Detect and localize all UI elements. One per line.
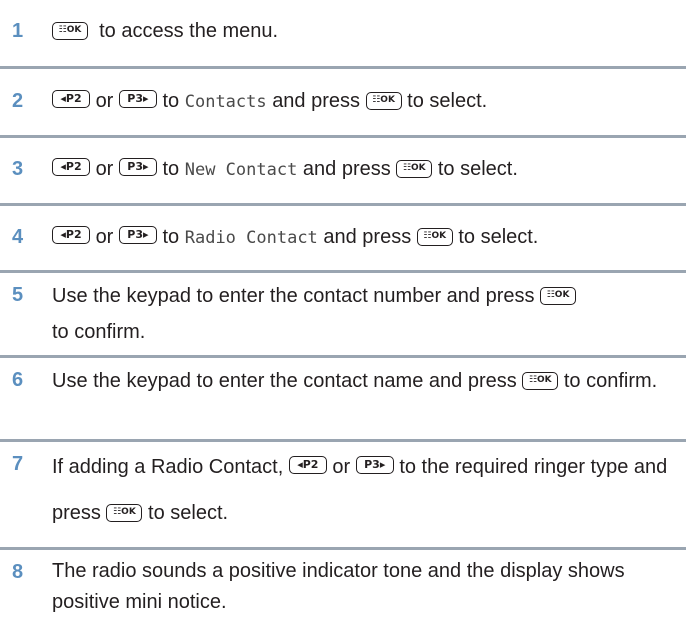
step-text-part: to select.: [437, 158, 518, 180]
step-text-part: to: [162, 90, 180, 112]
procedure-steps: 1 ☷OK to access the menu. 2 ◂P2 or P3▸ t…: [0, 0, 686, 635]
menu-item-name: Contacts: [184, 92, 267, 112]
step-text-part: Use the keypad to enter the contact name…: [52, 370, 517, 392]
step-text-part: to confirm.: [52, 321, 146, 343]
ok-menu-key-icon: ☷OK: [52, 22, 88, 40]
step-text: ◂P2 or P3▸ to Contacts and press ☷OK to …: [52, 86, 676, 117]
ok-menu-key-icon: ☷OK: [396, 160, 433, 178]
step-text-part: to: [162, 226, 180, 248]
step-divider: [0, 66, 686, 69]
step-text-part: to confirm.: [563, 370, 658, 392]
step-text-part: The radio sounds a positive indicator to…: [52, 560, 625, 613]
step-text-part: or: [95, 226, 114, 248]
step-text-part: to access the menu.: [99, 20, 279, 42]
step-number: 3: [12, 158, 24, 180]
step-text-part: Use the keypad to enter the contact numb…: [52, 285, 535, 307]
step-text-part: to select.: [148, 502, 229, 524]
step-text-part: and press: [323, 226, 412, 248]
ok-menu-key-icon: ☷OK: [365, 92, 402, 110]
step-text-part: or: [332, 456, 351, 478]
p3-right-key-icon: P3▸: [118, 226, 157, 244]
step-text-part: and press: [302, 158, 391, 180]
p3-right-key-icon: P3▸: [118, 158, 157, 176]
step-number: 5: [12, 284, 24, 306]
step-text: ☷OK to access the menu.: [52, 16, 676, 46]
p3-right-key-icon: P3▸: [118, 90, 157, 108]
step-number: 2: [12, 90, 24, 112]
step-divider: [0, 355, 686, 358]
step-text-part: to select.: [407, 90, 488, 112]
step-number: 7: [12, 453, 24, 475]
step-divider: [0, 439, 686, 442]
step-divider: [0, 203, 686, 206]
ok-menu-key-icon: ☷OK: [416, 228, 453, 246]
step-text-part: If adding a Radio Contact,: [52, 456, 284, 478]
ok-menu-key-icon: ☷OK: [106, 504, 143, 522]
step-number: 8: [12, 561, 24, 583]
p3-right-key-icon: P3▸: [355, 456, 394, 474]
step-divider: [0, 270, 686, 273]
step-text: Use the keypad to enter the contact numb…: [52, 278, 676, 350]
step-text-part: to: [162, 158, 180, 180]
p2-left-key-icon: ◂P2: [52, 158, 90, 176]
step-text: ◂P2 or P3▸ to Radio Contact and press ☷O…: [52, 222, 676, 253]
step-text: The radio sounds a positive indicator to…: [52, 556, 676, 618]
step-text-part: or: [95, 90, 114, 112]
step-text: Use the keypad to enter the contact name…: [52, 363, 676, 399]
menu-item-name: Radio Contact: [184, 228, 318, 248]
p2-left-key-icon: ◂P2: [288, 456, 327, 474]
p2-left-key-icon: ◂P2: [52, 226, 90, 244]
step-text: ◂P2 or P3▸ to New Contact and press ☷OK …: [52, 154, 676, 185]
step-number: 6: [12, 369, 24, 391]
step-number: 1: [12, 20, 24, 42]
step-divider: [0, 547, 686, 550]
step-text-part: to select.: [458, 226, 539, 248]
ok-menu-key-icon: ☷OK: [522, 372, 559, 390]
step-divider: [0, 135, 686, 138]
step-text-part: and press: [272, 90, 361, 112]
p2-left-key-icon: ◂P2: [52, 90, 90, 108]
step-number: 4: [12, 226, 24, 248]
step-text-part: or: [95, 158, 114, 180]
step-text: If adding a Radio Contact, ◂P2 or P3▸ to…: [52, 444, 676, 536]
menu-item-name: New Contact: [184, 160, 298, 180]
ok-menu-key-icon: ☷OK: [540, 287, 577, 305]
